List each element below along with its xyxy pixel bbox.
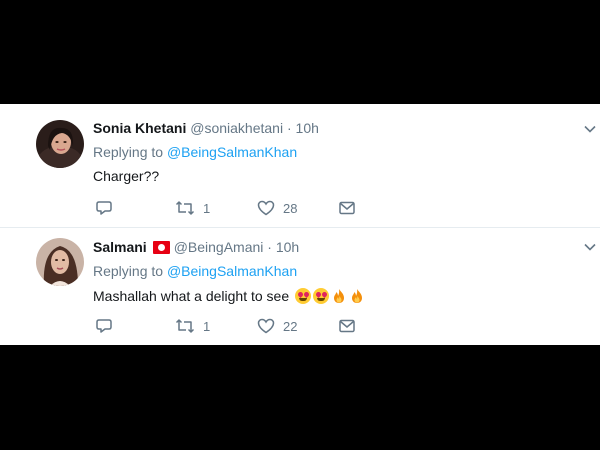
retweet-icon	[175, 317, 195, 335]
fire-emoji-icon	[331, 288, 347, 304]
tweet[interactable]: Salmani @BeingAmani · 10h Replying to @Be…	[0, 228, 600, 345]
tweet-text: Mashallah what a delight to see	[93, 286, 365, 306]
avatar[interactable]	[36, 238, 84, 286]
mention-link[interactable]: @BeingSalmanKhan	[167, 144, 297, 160]
chevron-down-icon[interactable]	[583, 122, 597, 136]
display-name[interactable]: Salmani	[93, 239, 147, 255]
tweet[interactable]: Sonia Khetani @soniakhetani · 10h Replyi…	[0, 104, 600, 228]
tweet-actions: 1 22	[93, 316, 373, 336]
mention-link[interactable]: @BeingSalmanKhan	[167, 263, 297, 279]
timestamp[interactable]: 10h	[296, 120, 319, 136]
like-icon	[257, 199, 275, 217]
like-count: 28	[283, 200, 298, 216]
replying-to: Replying to @BeingSalmanKhan	[93, 262, 297, 280]
tweet-actions: 1 28	[93, 198, 373, 218]
separator-dot: ·	[267, 239, 272, 255]
retweet-button[interactable]: 1	[175, 316, 210, 336]
avatar[interactable]	[36, 120, 84, 168]
retweet-count: 1	[203, 200, 211, 216]
retweet-count: 1	[203, 318, 211, 334]
retweet-button[interactable]: 1	[175, 198, 210, 218]
like-count: 22	[283, 318, 298, 334]
tunisia-flag-icon	[152, 241, 170, 254]
timestamp[interactable]: 10h	[276, 239, 299, 255]
user-handle[interactable]: @soniakhetani	[190, 120, 283, 136]
replying-to-label: Replying to	[93, 263, 164, 279]
tweet-header: Salmani @BeingAmani · 10h	[93, 238, 299, 256]
direct-message-button[interactable]	[338, 316, 356, 336]
display-name[interactable]: Sonia Khetani	[93, 120, 186, 136]
like-icon	[257, 317, 275, 335]
tweet-replies-panel: Sonia Khetani @soniakhetani · 10h Replyi…	[0, 104, 600, 345]
user-handle[interactable]: @BeingAmani	[174, 239, 264, 255]
heart-eyes-emoji-icon	[295, 288, 312, 304]
tweet-text-content: Mashallah what a delight to see	[93, 288, 290, 304]
replying-to: Replying to @BeingSalmanKhan	[93, 143, 297, 161]
direct-message-button[interactable]	[338, 198, 356, 218]
replying-to-label: Replying to	[93, 144, 164, 160]
reply-icon	[95, 317, 113, 335]
reply-button[interactable]	[95, 316, 113, 336]
chevron-down-icon[interactable]	[583, 240, 597, 254]
retweet-icon	[175, 199, 195, 217]
direct-message-icon	[338, 199, 356, 217]
fire-emoji-icon	[349, 288, 365, 304]
separator-dot: ·	[286, 120, 292, 136]
tweet-text: Charger??	[93, 168, 160, 184]
like-button[interactable]: 28	[257, 198, 297, 218]
reply-button[interactable]	[95, 198, 113, 218]
direct-message-icon	[338, 317, 356, 335]
heart-eyes-emoji-icon	[313, 288, 330, 304]
tweet-header: Sonia Khetani @soniakhetani · 10h	[93, 119, 319, 137]
like-button[interactable]: 22	[257, 316, 297, 336]
reply-icon	[95, 199, 113, 217]
